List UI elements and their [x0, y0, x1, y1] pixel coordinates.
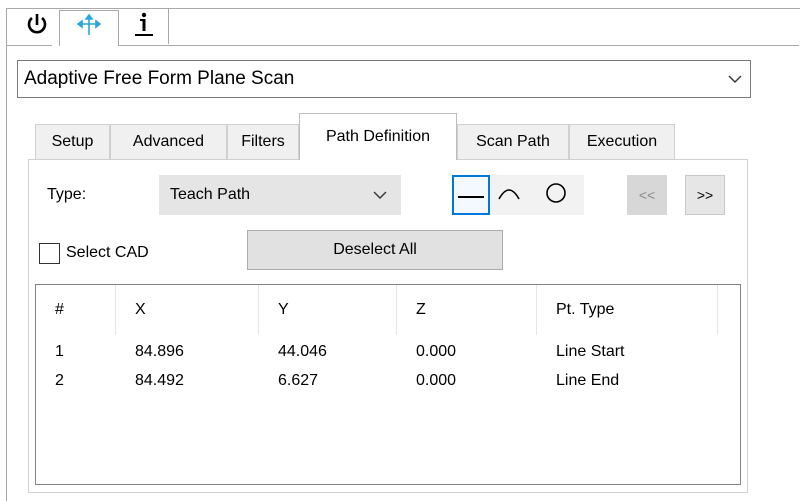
tab-move[interactable] — [59, 10, 119, 46]
tab-path-definition[interactable]: Path Definition — [299, 113, 457, 160]
column-header[interactable]: X — [116, 285, 259, 335]
table-cell: 84.896 — [135, 343, 184, 360]
tabstrip-divider — [119, 45, 799, 46]
tab-scan-path[interactable]: Scan Path — [457, 124, 569, 159]
circle-icon — [545, 182, 567, 209]
table-cell: 1 — [55, 343, 64, 360]
tab-label: Execution — [586, 133, 658, 150]
column-header-label: Pt. Type — [556, 301, 615, 318]
tab-label: Scan Path — [476, 133, 550, 150]
column-header-label: Z — [416, 301, 426, 318]
previous-button-label: << — [638, 187, 656, 203]
column-header[interactable]: Z — [397, 285, 537, 335]
tab-execution[interactable]: Execution — [569, 124, 675, 159]
table-cell: Line End — [556, 372, 620, 389]
tab-setup[interactable]: Setup — [35, 124, 110, 159]
next-button-label: >> — [696, 187, 714, 203]
tabstrip-divider — [7, 45, 52, 46]
tab-label: Path Definition — [325, 128, 431, 145]
tab-label: Setup — [51, 133, 94, 150]
path-type-select[interactable]: Teach Path — [159, 175, 401, 215]
column-header-label: X — [135, 301, 146, 318]
procedure-combobox-value: Adaptive Free Form Plane Scan — [24, 68, 295, 89]
column-header-label: Y — [278, 301, 289, 318]
select-cad-label: Select CAD — [66, 244, 149, 261]
line-tool-button[interactable] — [452, 175, 490, 215]
tab-label: Advanced — [132, 133, 205, 150]
table-cell: 2 — [55, 372, 64, 389]
column-header[interactable]: Y — [259, 285, 397, 335]
column-header[interactable]: Pt. Type — [537, 285, 718, 335]
type-label: Type: — [47, 186, 87, 203]
column-header-label: # — [55, 301, 64, 318]
deselect-all-label: Deselect All — [333, 241, 417, 258]
circle-tool-button[interactable] — [528, 175, 584, 215]
select-cad-checkbox[interactable] — [39, 243, 60, 264]
arc-icon — [497, 185, 521, 206]
table-cell: 6.627 — [278, 372, 319, 389]
table-cell: Line Start — [556, 343, 625, 360]
power-icon — [26, 12, 48, 41]
previous-button[interactable]: << — [627, 175, 667, 215]
table-cell: 84.492 — [135, 372, 184, 389]
deselect-all-button[interactable]: Deselect All — [247, 230, 503, 270]
procedure-combobox[interactable]: Adaptive Free Form Plane Scan — [17, 60, 751, 98]
arc-tool-button[interactable] — [490, 175, 528, 215]
info-icon — [134, 11, 154, 42]
tab-advanced[interactable]: Advanced — [110, 124, 227, 159]
next-button[interactable]: >> — [685, 175, 725, 215]
chevron-down-icon — [720, 75, 750, 84]
table-cell: 0.000 — [416, 343, 457, 360]
tab-filters[interactable]: Filters — [227, 124, 299, 159]
column-header[interactable]: # — [36, 285, 116, 335]
table-cell: 44.046 — [278, 343, 327, 360]
tab-label: Filters — [241, 133, 285, 150]
chevron-down-icon — [360, 191, 400, 200]
points-table[interactable]: # X Y Z Pt. Type 1 84.896 44.046 0.000 L… — [35, 284, 741, 485]
toolbar-tabs — [7, 9, 237, 46]
move-axes-icon — [76, 13, 102, 43]
tab-power[interactable] — [15, 9, 59, 44]
table-cell: 0.000 — [416, 372, 457, 389]
path-type-value: Teach Path — [170, 186, 251, 203]
tab-info[interactable] — [119, 9, 169, 44]
line-icon — [458, 186, 484, 204]
